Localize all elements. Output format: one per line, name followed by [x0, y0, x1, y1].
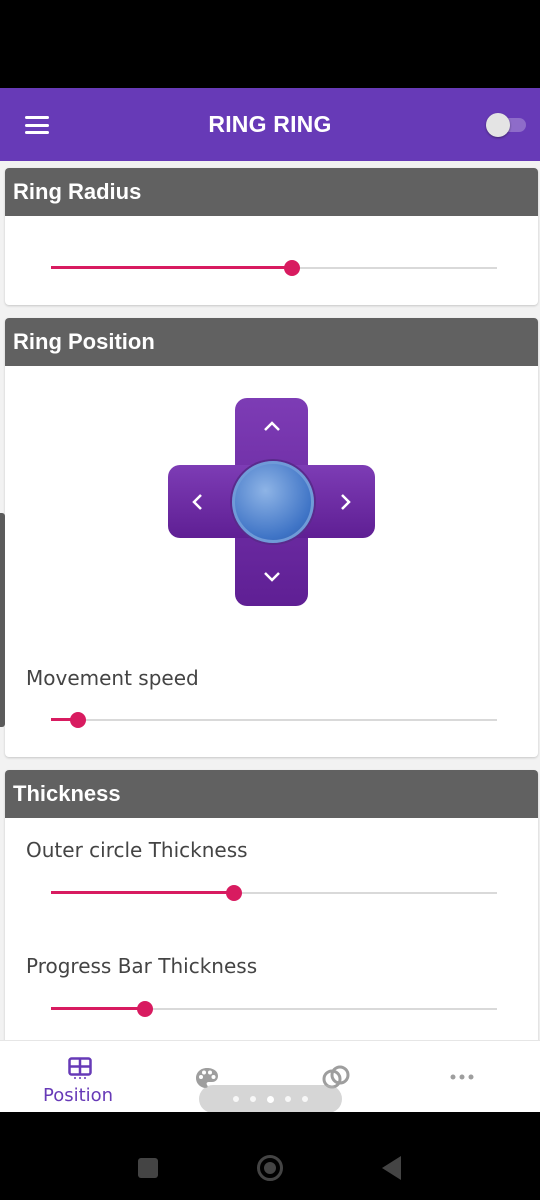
page-dot: [285, 1096, 291, 1102]
status-bar: [0, 0, 540, 88]
chevron-right-icon: [341, 494, 351, 510]
system-navigation-bar: [0, 1112, 540, 1200]
dpad-center-button[interactable]: [232, 461, 314, 543]
nav-item-more[interactable]: [430, 1041, 494, 1113]
slider-rail: [51, 719, 497, 721]
grid-icon: [68, 1057, 92, 1079]
ring-position-header: Ring Position: [5, 318, 538, 366]
page-dot: [302, 1096, 308, 1102]
page-dot: [267, 1095, 274, 1103]
ring-radius-slider[interactable]: [51, 253, 497, 283]
app-title: RING RING: [208, 111, 332, 137]
dpad-left-button[interactable]: [172, 477, 222, 527]
chevron-left-icon: [192, 494, 202, 510]
dpad-up-button[interactable]: [247, 401, 297, 451]
movement-speed-label: Movement speed: [26, 666, 199, 690]
progress-bar-thickness-slider[interactable]: [51, 994, 497, 1024]
home-icon[interactable]: [257, 1155, 283, 1181]
slider-thumb[interactable]: [136, 1001, 153, 1017]
page-dot: [233, 1096, 239, 1102]
slider-fill: [51, 266, 292, 269]
nav-label-position: Position: [43, 1085, 114, 1106]
ring-radius-card: Ring Radius: [5, 168, 538, 305]
dpad-down-button[interactable]: [247, 552, 297, 602]
chevron-up-icon: [264, 421, 280, 431]
thickness-header: Thickness: [5, 770, 538, 818]
dpad-right-button[interactable]: [321, 477, 371, 527]
back-icon[interactable]: [382, 1156, 401, 1180]
dpad-control: [168, 398, 375, 606]
hamburger-menu-icon[interactable]: [25, 116, 49, 134]
page-dot: [250, 1096, 256, 1102]
chevron-down-icon: [264, 572, 280, 582]
edge-panel-handle[interactable]: [0, 513, 5, 727]
ring-position-card: Ring Position Movement speed: [5, 318, 538, 757]
settings-scroll-area[interactable]: Ring Radius Ring Position Movement speed…: [0, 161, 540, 1040]
movement-speed-slider[interactable]: [51, 705, 497, 735]
page-indicator: [199, 1085, 342, 1113]
thickness-card: Thickness Outer circle Thickness Progres…: [5, 770, 538, 1040]
app-bar: RING RING: [0, 88, 540, 161]
slider-fill: [51, 891, 234, 894]
slider-thumb[interactable]: [69, 712, 86, 728]
slider-fill: [51, 1007, 145, 1010]
progress-bar-thickness-label: Progress Bar Thickness: [26, 954, 258, 978]
toggle-knob: [486, 113, 510, 137]
outer-circle-thickness-label: Outer circle Thickness: [26, 838, 248, 862]
recent-apps-icon[interactable]: [138, 1158, 158, 1178]
slider-thumb[interactable]: [225, 885, 242, 901]
ring-radius-header: Ring Radius: [5, 168, 538, 216]
nav-item-position[interactable]: Position: [30, 1041, 130, 1113]
toggle-switch[interactable]: [484, 113, 528, 137]
more-dots-icon: [450, 1074, 474, 1080]
slider-thumb[interactable]: [283, 260, 300, 276]
outer-circle-thickness-slider[interactable]: [51, 878, 497, 908]
